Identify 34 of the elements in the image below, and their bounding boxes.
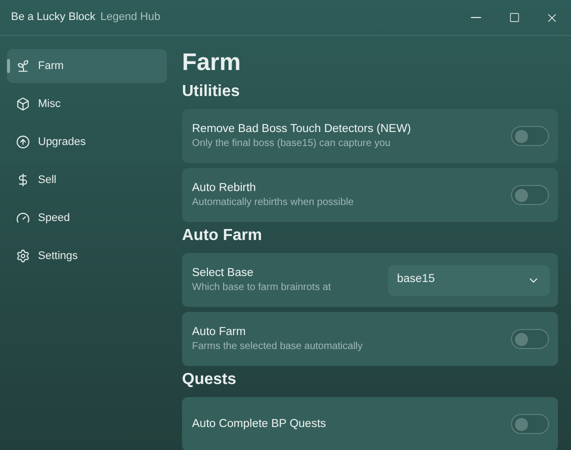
base-dropdown[interactable]: base15	[388, 264, 550, 296]
sidebar-item[interactable]: Farm	[7, 49, 167, 83]
page-title: Farm	[182, 48, 242, 78]
setting-description: Only the final boss (base15) can capture you	[192, 137, 392, 150]
setting-label: Remove Bad Boss Touch Detectors (NEW)	[192, 122, 412, 137]
setting-description: Farms the selected base automatically	[192, 340, 364, 353]
section-heading: Utilities	[182, 82, 241, 102]
toggle-switch[interactable]	[511, 126, 549, 146]
cube-icon	[16, 97, 30, 111]
sidebar-item[interactable]: Sell	[7, 163, 167, 197]
setting-description: Automatically rebirths when possible	[192, 196, 355, 209]
setting-label: Auto Complete BP Quests	[192, 416, 328, 432]
section-heading: Quests	[182, 370, 238, 390]
settings-icon	[16, 249, 30, 263]
sidebar-item[interactable]: Settings	[7, 239, 167, 273]
maximize-icon	[508, 12, 520, 23]
window-subtitle: Legend Hub	[100, 10, 160, 26]
window-title: Be a Lucky Block	[11, 10, 96, 26]
minimize-icon	[471, 16, 481, 18]
toggle-switch[interactable]	[511, 329, 549, 349]
gauge-icon	[16, 211, 30, 225]
setting-label: Auto Rebirth	[192, 181, 257, 196]
setting-label: Auto Farm	[192, 325, 247, 340]
arrow-up-circle-icon	[16, 135, 30, 149]
dollar-icon	[16, 173, 30, 187]
sidebar-item[interactable]: Misc	[7, 87, 167, 121]
toggle-switch[interactable]	[511, 185, 549, 205]
sprout-icon	[16, 59, 30, 73]
sidebar-item[interactable]: Speed	[7, 201, 167, 235]
sidebar-item[interactable]: Upgrades	[7, 125, 167, 159]
setting-description: Which base to farm brainrots at	[192, 281, 332, 294]
section-heading: Auto Farm	[182, 226, 263, 246]
setting-label: Select Base	[192, 266, 254, 281]
toggle-switch[interactable]	[511, 414, 549, 434]
